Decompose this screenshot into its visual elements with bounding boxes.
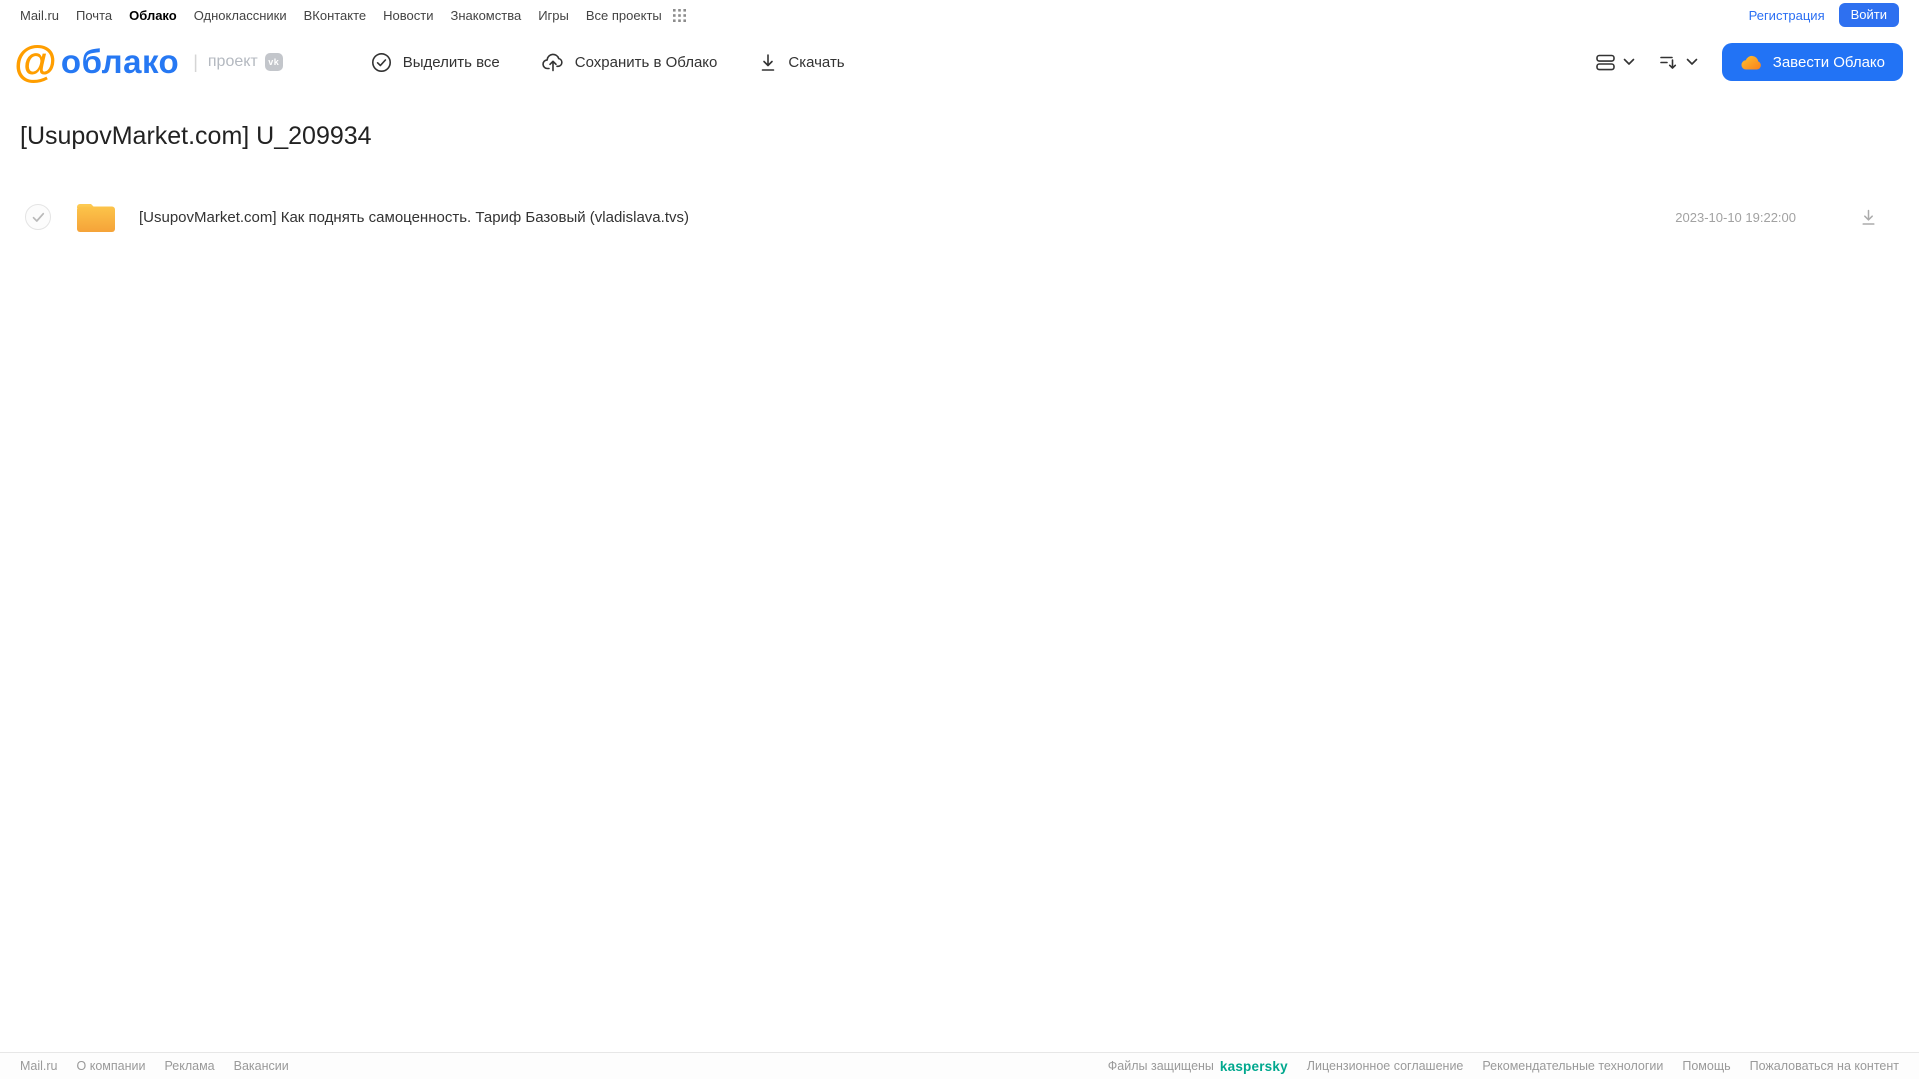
protected-label: Файлы защищены [1107,1059,1214,1073]
file-row[interactable]: [UsupovMarket.com] Как поднять самоценно… [20,193,1899,241]
download-icon [759,53,777,72]
footer-link-mailru[interactable]: Mail.ru [20,1059,58,1073]
footer-link-recommendation-tech[interactable]: Рекомендательные технологии [1482,1059,1663,1073]
topnav-link-znakomstva[interactable]: Знакомства [450,8,521,23]
footer-right: Файлы защищены kaspersky Лицензионное со… [1108,1059,1899,1074]
toolbar: Выделить все Сохранить в Облако Скачать [371,52,845,73]
top-nav: Mail.ru Почта Облако Одноклассники ВКонт… [0,0,1919,28]
registration-link[interactable]: Регистрация [1749,8,1825,23]
logo-separator: | [193,51,198,72]
download-button[interactable]: Скачать [759,53,845,72]
view-mode-icon [1595,53,1616,72]
topnav-link-odnoklassniki[interactable]: Одноклассники [194,8,287,23]
chevron-down-icon [1623,58,1635,66]
footer-link-ads[interactable]: Реклама [164,1059,214,1073]
save-to-cloud-button[interactable]: Сохранить в Облако [542,52,718,72]
footer-link-license[interactable]: Лицензионное соглашение [1307,1059,1464,1073]
kaspersky-protected: Файлы защищены kaspersky [1108,1059,1288,1074]
row-checkbox[interactable] [25,204,51,230]
page-title: [UsupovMarket.com] U_209934 [20,122,372,150]
apps-grid-icon[interactable] [672,8,686,22]
sort-icon [1659,53,1679,72]
sort-control[interactable] [1659,53,1698,72]
logo-text: облако [60,43,180,80]
create-cloud-button[interactable]: Завести Облако [1721,43,1903,81]
topnav-link-oblako[interactable]: Облако [129,8,177,23]
footer-link-help[interactable]: Помощь [1682,1059,1730,1073]
kaspersky-logo[interactable]: kaspersky [1220,1059,1288,1074]
chevron-down-icon [1686,58,1698,66]
save-to-cloud-label: Сохранить в Облако [574,53,718,71]
topnav-link-novosti[interactable]: Новости [383,8,433,23]
select-all-button[interactable]: Выделить все [371,52,500,73]
footer-link-about[interactable]: О компании [77,1059,146,1073]
footer-link-report-content[interactable]: Пожаловаться на контент [1750,1059,1899,1073]
create-cloud-label: Завести Облако [1772,53,1885,71]
check-circle-icon [371,52,392,73]
folder-icon [75,200,117,234]
view-mode-control[interactable] [1595,53,1635,72]
row-download-icon[interactable] [1860,209,1877,226]
topnav-link-vkontakte[interactable]: ВКонтакте [304,8,367,23]
file-date: 2023-10-10 19:22:00 [1675,209,1796,225]
login-button[interactable]: Войти [1838,3,1899,27]
header: @ облако | проект vk Выделить все Сохран… [0,30,1919,94]
topnav-link-igry[interactable]: Игры [538,8,569,23]
file-name[interactable]: [UsupovMarket.com] Как поднять самоценно… [139,209,689,226]
vk-badge-icon: vk [264,53,283,71]
cloud-icon [1740,53,1763,71]
footer: Mail.ru О компании Реклама Вакансии Файл… [0,1052,1919,1079]
main-content: [UsupovMarket.com] U_209934 [UsupovMarke… [0,122,1919,241]
project-label: проект [207,53,258,70]
topnav-link-all-projects[interactable]: Все проекты [586,8,662,23]
mailru-at-icon: @ [14,37,57,86]
topnav-link-pochta[interactable]: Почта [76,8,112,23]
header-right-controls: Завести Облако [1595,43,1903,81]
download-label: Скачать [788,53,845,71]
select-all-label: Выделить все [402,53,500,71]
cloud-logo[interactable]: @ облако | проект vk [14,37,283,86]
footer-link-jobs[interactable]: Вакансии [234,1059,289,1073]
topnav-link-mailru[interactable]: Mail.ru [20,8,59,23]
cloud-upload-icon [542,52,564,72]
